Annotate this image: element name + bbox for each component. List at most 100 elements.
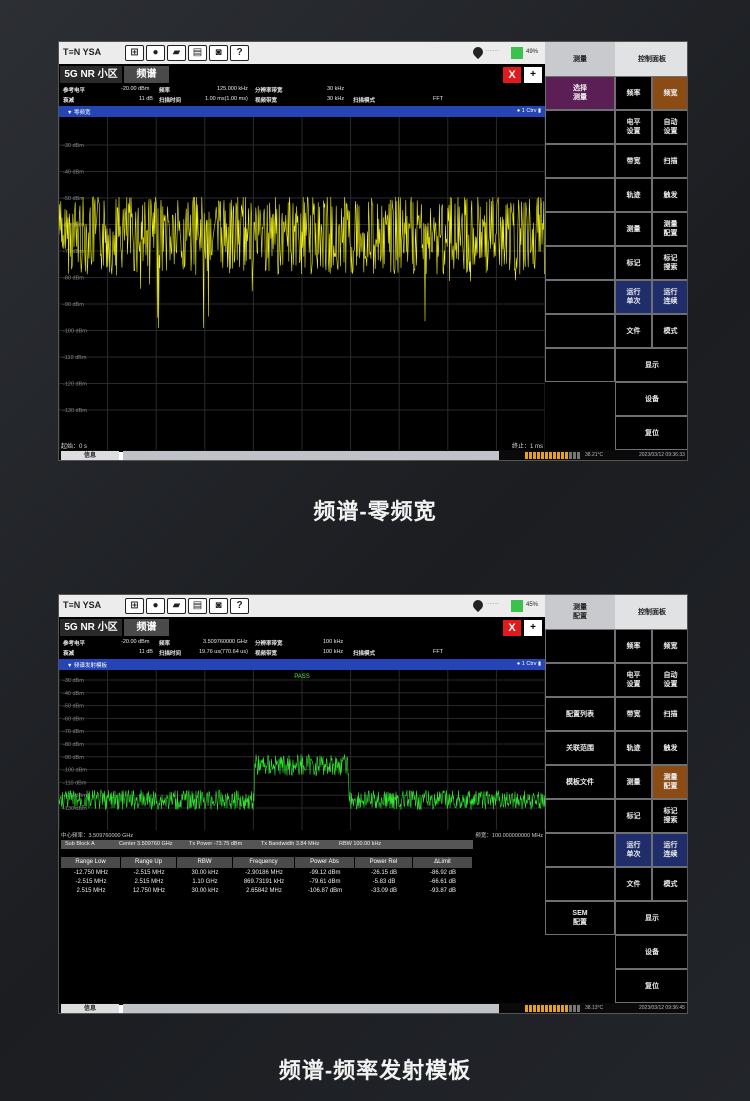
add-tab-button[interactable]: + <box>524 67 542 83</box>
panel-menu-button[interactable]: 文件 <box>615 867 652 901</box>
panel-menu-button[interactable]: 运行 连续 <box>652 833 687 867</box>
panel-left-cell[interactable]: 选择 测量 <box>545 76 615 110</box>
panel-left-cell[interactable]: 模板文件 <box>545 765 615 799</box>
panel-menu-button[interactable]: 运行 单次 <box>615 280 652 314</box>
person-icon[interactable]: ● <box>146 598 165 614</box>
panel-left-cell[interactable]: SEM 配置 <box>545 901 615 935</box>
panel-wide-button[interactable]: 复位 <box>615 969 687 1003</box>
panel-left-cell[interactable] <box>545 314 615 348</box>
tab-5g-nr-cell[interactable]: 5G NR 小区 <box>60 619 122 636</box>
scroll-track[interactable] <box>123 1004 499 1013</box>
panel-menu-button[interactable]: 文件 <box>615 314 652 348</box>
help-icon[interactable]: ? <box>230 45 249 61</box>
close-button[interactable]: X <box>503 620 521 636</box>
panel-menu-button[interactable]: 触发 <box>652 178 687 212</box>
camera-icon[interactable]: ◙ <box>209 598 228 614</box>
panel-wide-button[interactable]: 显示 <box>615 348 687 382</box>
spectrum-plot-area[interactable]: -30 dBm -40 dBm -50 dBm -60 dBm -70 dBm -80 d… <box>59 670 546 1003</box>
panel-menu-button[interactable]: 模式 <box>652 867 687 901</box>
table-cell: 1.10 GHz <box>192 879 218 885</box>
panel-left-cell[interactable] <box>545 663 615 697</box>
panel-left-cell[interactable]: 配置列表 <box>545 697 615 731</box>
panel-menu-button[interactable]: 测量 配置 <box>652 212 687 246</box>
panel-left-cell[interactable] <box>545 280 615 314</box>
panel-menu-button[interactable]: 轨迹 <box>615 178 652 212</box>
panel-left-cell[interactable] <box>545 110 615 144</box>
panel-menu-button[interactable]: 频率 <box>615 629 652 663</box>
panel-menu-button[interactable]: 模式 <box>652 314 687 348</box>
panel-left-cell[interactable]: 关联范围 <box>545 731 615 765</box>
plot-title[interactable]: ▼ 频谱发射模板 <box>67 661 107 669</box>
panel-menu-button[interactable]: 自动 设置 <box>652 110 687 144</box>
y-tick-label: -60 dBm <box>63 716 84 722</box>
windows-icon[interactable]: ⊞ <box>125 45 144 61</box>
panel-wide-button[interactable]: 设备 <box>615 382 687 416</box>
panel-menu-button[interactable]: 测量 配置 <box>652 765 687 799</box>
help-icon[interactable]: ? <box>230 598 249 614</box>
panel-wide-button[interactable]: 显示 <box>615 901 687 935</box>
panel-menu-button[interactable]: 触发 <box>652 731 687 765</box>
panel-menu-button[interactable]: 频率 <box>615 76 652 110</box>
panel-left-cell[interactable] <box>545 867 615 901</box>
spectrum-plot-area[interactable]: -30 dBm -40 dBm -50 dBm -60 dBm -70 dBm -80 d… <box>59 117 546 450</box>
table-cell: -5.83 dB <box>372 879 396 885</box>
panel-menu-button[interactable]: 电平 设置 <box>615 663 652 697</box>
panel-left-cell[interactable] <box>545 799 615 833</box>
trace-indicator[interactable]: ● 1 Ctrv ▮ <box>517 108 541 114</box>
close-button[interactable]: X <box>503 67 521 83</box>
y-tick-label: -50 dBm <box>63 196 84 202</box>
sweep-time-value: 19.76 us(770.64 us) <box>199 649 248 655</box>
panel-tab-measure[interactable]: 测量 <box>545 42 615 76</box>
panel-menu-button[interactable]: 轨迹 <box>615 731 652 765</box>
panel-left-cell[interactable] <box>545 212 615 246</box>
y-tick-label: -70 dBm <box>63 249 84 255</box>
save-icon[interactable]: ▤ <box>188 598 207 614</box>
plot-title[interactable]: ▼ 零频宽 <box>67 108 90 116</box>
vbw-value: 30 kHz <box>327 96 345 102</box>
panel-menu-button[interactable]: 自动 设置 <box>652 663 687 697</box>
camera-icon[interactable]: ◙ <box>209 45 228 61</box>
panel-menu-button[interactable]: 测量 <box>615 765 652 799</box>
panel-left-cell[interactable] <box>545 348 615 382</box>
panel-left-cell[interactable] <box>545 144 615 178</box>
windows-icon[interactable]: ⊞ <box>125 598 144 614</box>
folder-icon[interactable]: ▰ <box>167 598 186 614</box>
panel-menu-button[interactable]: 标记 搜索 <box>652 799 687 833</box>
panel-menu-button[interactable]: 标记 <box>615 246 652 280</box>
scroll-track[interactable] <box>123 451 499 460</box>
y-tick-label: -30 dBm <box>63 143 84 149</box>
panel-left-cell[interactable] <box>545 178 615 212</box>
panel-menu-button[interactable]: 带宽 <box>615 144 652 178</box>
sweep-mode-label: 扫描模式 <box>353 98 376 104</box>
panel-menu-button[interactable]: 频宽 <box>652 76 687 110</box>
sub-block: Sub Block A <box>65 841 95 847</box>
folder-icon[interactable]: ▰ <box>167 45 186 61</box>
panel-tab-measure-config[interactable]: 测量 配置 <box>545 595 615 629</box>
panel-menu-button[interactable]: 扫描 <box>652 144 687 178</box>
panel-left-cell[interactable] <box>545 246 615 280</box>
tab-spectrum[interactable]: 频谱 <box>124 66 169 83</box>
person-icon[interactable]: ● <box>146 45 165 61</box>
panel-left-cell[interactable] <box>545 629 615 663</box>
trace-indicator[interactable]: ● 1 Ctrv ▮ <box>517 661 541 667</box>
panel-tab-control[interactable]: 控制面板 <box>615 595 687 629</box>
panel-menu-button[interactable]: 扫描 <box>652 697 687 731</box>
panel-menu-button[interactable]: 运行 单次 <box>615 833 652 867</box>
panel-menu-button[interactable]: 带宽 <box>615 697 652 731</box>
panel-menu-button[interactable]: 标记 <box>615 799 652 833</box>
tab-5g-nr-cell[interactable]: 5G NR 小区 <box>60 66 122 83</box>
panel-menu-button[interactable]: 运行 连续 <box>652 280 687 314</box>
tab-spectrum[interactable]: 频谱 <box>124 619 169 636</box>
panel-menu-button[interactable]: 频宽 <box>652 629 687 663</box>
panel-tab-control[interactable]: 控制面板 <box>615 42 687 76</box>
panel-menu-button[interactable]: 测量 <box>615 212 652 246</box>
add-tab-button[interactable]: + <box>524 620 542 636</box>
panel-left-cell[interactable] <box>545 833 615 867</box>
panel-menu-button[interactable]: 标记 搜索 <box>652 246 687 280</box>
panel-menu-button[interactable]: 电平 设置 <box>615 110 652 144</box>
save-icon[interactable]: ▤ <box>188 45 207 61</box>
info-button[interactable]: 信息 <box>61 1004 119 1013</box>
info-button[interactable]: 信息 <box>61 451 119 460</box>
panel-wide-button[interactable]: 设备 <box>615 935 687 969</box>
panel-wide-button[interactable]: 复位 <box>615 416 687 450</box>
